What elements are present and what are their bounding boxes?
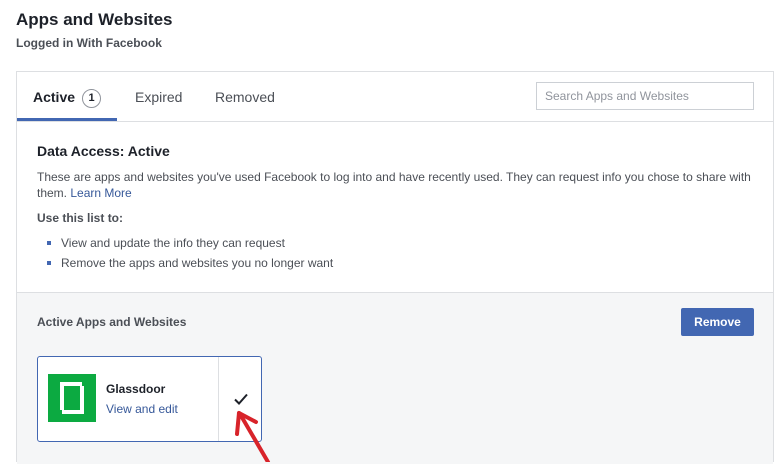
use-list-title: Use this list to: [37, 211, 124, 225]
tab-active-label: Active [33, 89, 76, 105]
use-list: View and update the info they can reques… [37, 234, 333, 274]
page-title: Apps and Websites [16, 10, 173, 29]
tab-active-count-badge: 1 [82, 89, 102, 108]
active-apps-section: Active Apps and Websites Remove Glassdoo… [17, 292, 773, 464]
apps-panel: Active 1 Expired Removed Data Access: Act… [16, 71, 774, 464]
app-name: Glassdoor [106, 382, 166, 396]
red-arrow-annotation-icon [235, 411, 270, 462]
tab-expired-label: Expired [135, 89, 183, 105]
list-item: View and update the info they can reques… [37, 234, 333, 254]
page-subtitle: Logged in With Facebook [16, 36, 162, 50]
tab-removed[interactable]: Removed [215, 72, 275, 120]
active-apps-title: Active Apps and Websites [37, 315, 187, 329]
tab-bar: Active 1 Expired Removed [17, 72, 773, 122]
tab-expired[interactable]: Expired [135, 72, 182, 120]
view-and-edit-link[interactable]: View and edit [106, 402, 178, 416]
description-text: These are apps and websites you've used … [37, 170, 751, 200]
card-divider [218, 357, 219, 441]
list-item: Remove the apps and websites you no long… [37, 254, 333, 274]
remove-button[interactable]: Remove [681, 308, 754, 336]
glassdoor-logo-icon [48, 374, 96, 422]
data-access-description: These are apps and websites you've used … [37, 169, 757, 201]
search-input[interactable] [536, 82, 754, 110]
tab-removed-label: Removed [215, 89, 275, 105]
data-access-title: Data Access: Active [37, 143, 170, 159]
learn-more-link[interactable]: Learn More [70, 186, 131, 200]
tab-active[interactable]: Active 1 [17, 72, 118, 121]
